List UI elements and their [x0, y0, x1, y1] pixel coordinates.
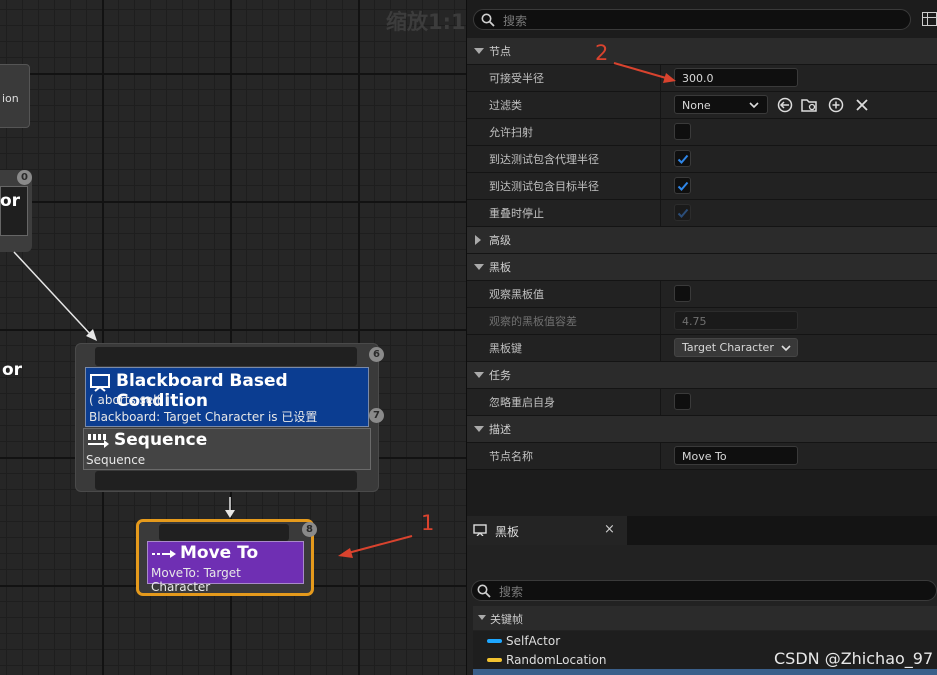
behavior-tree-graph[interactable]: 缩放1:1 ion or or 0 Blackboard Based Condi…: [0, 0, 466, 675]
checkmark-icon: [677, 208, 689, 218]
blackboard-keys-section[interactable]: 关键帧: [473, 606, 937, 630]
chevron-down-icon: [478, 615, 486, 620]
prop-node-name: 节点名称 Move To: [467, 443, 937, 470]
acceptable-radius-input[interactable]: 300.0: [674, 68, 798, 87]
details-search-placeholder: 搜索: [503, 14, 528, 28]
prop-allow-strafe: 允许扫射: [467, 119, 937, 146]
browse-folder-icon[interactable]: [801, 97, 817, 113]
annotation-number-2: 2: [595, 41, 609, 65]
filter-class-dropdown[interactable]: None: [674, 95, 768, 114]
section-blackboard[interactable]: 黑板: [467, 254, 937, 281]
blackboard-key-item[interactable]: SelfActor: [473, 631, 937, 650]
search-icon: [477, 584, 491, 598]
chevron-down-icon: [474, 372, 484, 378]
annotation-arrow-2: [613, 62, 676, 83]
annotation-arrow-1: [338, 535, 413, 558]
section-advanced[interactable]: 高级: [467, 227, 937, 254]
add-icon[interactable]: [828, 97, 844, 113]
annotation-number-1: 1: [421, 511, 435, 535]
blackboard-key-dropdown[interactable]: Target Character: [674, 338, 798, 357]
prop-blackboard-key: 黑板键 Target Character: [467, 335, 937, 362]
ignore-restart-self-checkbox[interactable]: [674, 393, 691, 410]
prop-include-goal-radius: 到达测试包含目标半径: [467, 173, 937, 200]
clear-icon[interactable]: [855, 98, 869, 112]
observed-tolerance-input[interactable]: 4.75: [674, 311, 798, 330]
blackboard-search-input[interactable]: 搜索: [471, 580, 937, 601]
node-name-input[interactable]: Move To: [674, 446, 798, 465]
use-selected-icon[interactable]: [777, 97, 793, 113]
search-icon: [481, 13, 495, 27]
prop-include-agent-radius: 到达测试包含代理半径: [467, 146, 937, 173]
prop-observed-tolerance: 观察的黑板值容差 4.75: [467, 308, 937, 335]
chevron-right-icon: [475, 235, 481, 245]
watermark: CSDN @Zhichao_97: [774, 649, 934, 668]
section-description[interactable]: 描述: [467, 416, 937, 443]
allow-strafe-checkbox[interactable]: [674, 123, 691, 140]
observe-bb-value-checkbox[interactable]: [674, 285, 691, 302]
stop-on-overlap-checkbox[interactable]: [674, 204, 691, 221]
checkmark-icon: [677, 181, 689, 191]
blackboard-tab[interactable]: 黑板 ×: [467, 516, 627, 545]
blackboard-icon: [473, 524, 487, 536]
chevron-down-icon: [749, 102, 759, 109]
prop-filter-class: 过滤类 None: [467, 92, 937, 119]
close-icon[interactable]: ×: [604, 522, 615, 537]
chevron-down-icon: [474, 426, 484, 432]
chevron-down-icon: [474, 264, 484, 270]
property-matrix-icon[interactable]: [922, 12, 937, 26]
prop-ignore-restart-self: 忽略重启自身: [467, 389, 937, 416]
key-type-swatch: [487, 639, 502, 643]
include-goal-radius-checkbox[interactable]: [674, 177, 691, 194]
prop-stop-on-overlap: 重叠时停止: [467, 200, 937, 227]
prop-observe-bb-value: 观察黑板值: [467, 281, 937, 308]
checkmark-icon: [677, 154, 689, 164]
section-task[interactable]: 任务: [467, 362, 937, 389]
include-agent-radius-checkbox[interactable]: [674, 150, 691, 167]
details-search-input[interactable]: 搜索: [473, 9, 911, 30]
chevron-down-icon: [781, 345, 791, 352]
key-type-swatch: [487, 658, 502, 662]
